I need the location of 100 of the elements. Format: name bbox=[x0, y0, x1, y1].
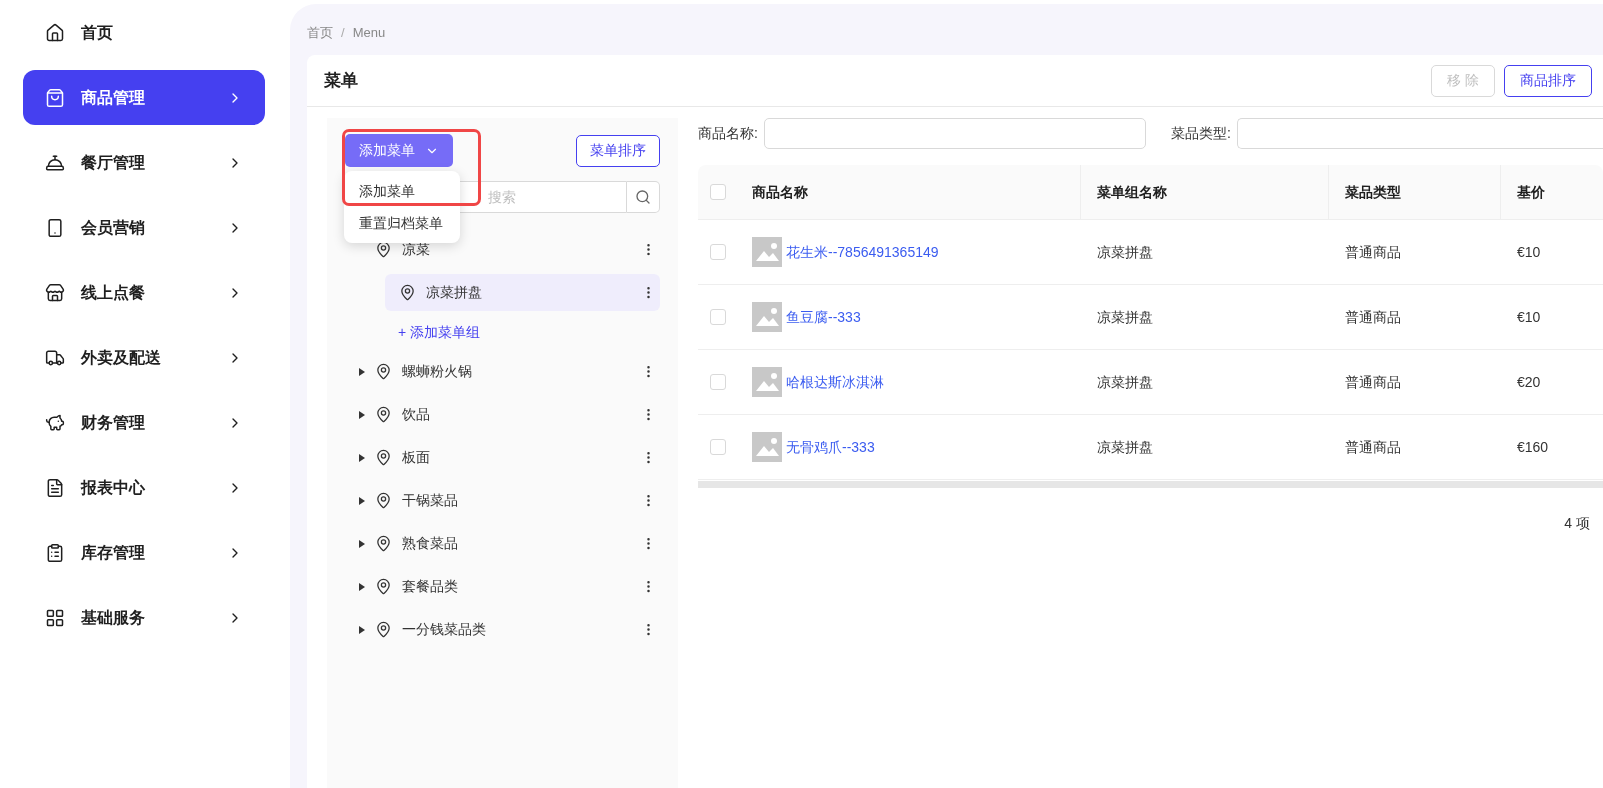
table-cell-text: 普通商品 bbox=[1344, 372, 1402, 392]
sort-menu-button[interactable]: 菜单排序 bbox=[576, 134, 660, 167]
sidebar-item[interactable]: 餐厅管理 bbox=[23, 135, 265, 190]
image-placeholder-icon bbox=[752, 367, 782, 397]
filter-label: 商品名称: bbox=[698, 124, 758, 143]
table-cell-text: 凉菜拼盘 bbox=[1096, 372, 1154, 392]
table-cell-text: €10 bbox=[1516, 242, 1542, 262]
checkbox[interactable] bbox=[710, 244, 726, 260]
product-link[interactable]: 花生米--7856491365149 bbox=[786, 241, 939, 263]
map-pin-icon bbox=[375, 363, 392, 380]
product-link[interactable]: 鱼豆腐--333 bbox=[786, 306, 861, 328]
tree-label: 凉菜拼盘 bbox=[426, 283, 483, 302]
action-button[interactable]: 商品排序 bbox=[1504, 64, 1592, 97]
tree-item[interactable]: 螺蛳粉火锅 bbox=[345, 353, 660, 390]
tree-item[interactable]: 凉菜拼盘 bbox=[385, 274, 660, 311]
sidebar-item[interactable]: 外卖及配送 bbox=[23, 330, 265, 385]
table-cell-text: €20 bbox=[1516, 372, 1542, 392]
caret-right-icon[interactable] bbox=[359, 625, 365, 634]
sidebar-item[interactable]: 会员营销 bbox=[23, 200, 265, 255]
filter-field[interactable] bbox=[1236, 118, 1603, 149]
search-button[interactable] bbox=[627, 181, 660, 213]
checkbox[interactable] bbox=[710, 374, 726, 390]
store-icon bbox=[45, 282, 65, 303]
breadcrumb-item[interactable]: 首页 bbox=[307, 22, 333, 43]
column-header: 商品名称 bbox=[752, 182, 808, 202]
caret-right-icon[interactable] bbox=[359, 496, 365, 505]
caret-right-icon[interactable] bbox=[359, 410, 365, 419]
sidebar-label: 财务管理 bbox=[81, 412, 146, 433]
sidebar-item[interactable]: 库存管理 bbox=[23, 525, 265, 580]
tree-label: 熟食菜品 bbox=[402, 534, 459, 553]
tree-item[interactable]: 饮品 bbox=[345, 396, 660, 433]
grid-icon bbox=[45, 607, 65, 628]
breadcrumb-separator: / bbox=[341, 23, 345, 42]
tree-label: 凉菜 bbox=[402, 240, 431, 259]
tree-label: 干锅菜品 bbox=[402, 491, 459, 510]
column-header: 菜单组名称 bbox=[1097, 182, 1167, 202]
card-title: 菜单 bbox=[324, 69, 359, 92]
map-pin-icon bbox=[375, 578, 392, 595]
tree-item[interactable]: 熟食菜品 bbox=[345, 525, 660, 562]
tree-label: 螺蛳粉火锅 bbox=[402, 362, 473, 381]
sidebar-item[interactable]: 财务管理 bbox=[23, 395, 265, 450]
table-cell-text: 普通商品 bbox=[1344, 437, 1402, 457]
tree-item[interactable]: 套餐品类 bbox=[345, 568, 660, 605]
sidebar-item[interactable]: 基础服务 bbox=[23, 590, 265, 645]
map-pin-icon bbox=[375, 241, 392, 258]
sidebar-item[interactable]: 首页 bbox=[23, 5, 265, 60]
image-placeholder-icon bbox=[752, 237, 782, 267]
map-pin-icon bbox=[375, 406, 392, 423]
table-cell-text: 普通商品 bbox=[1344, 307, 1402, 327]
checkbox[interactable] bbox=[710, 439, 726, 455]
table-cell-text: 凉菜拼盘 bbox=[1096, 307, 1154, 327]
sidebar-label: 商品管理 bbox=[81, 87, 146, 108]
table-cell-text: €10 bbox=[1516, 307, 1542, 327]
product-link[interactable]: 哈根达斯冰淇淋 bbox=[786, 371, 884, 393]
home-icon bbox=[45, 22, 65, 43]
add-menu-button[interactable]: 添加菜单 bbox=[345, 134, 453, 167]
map-pin-icon bbox=[375, 492, 392, 509]
search-icon bbox=[635, 189, 651, 205]
add-group-link[interactable]: + 添加菜单组 bbox=[398, 317, 660, 347]
sidebar-label: 报表中心 bbox=[81, 477, 146, 498]
scrollbar[interactable] bbox=[698, 481, 1603, 488]
caret-right-icon[interactable] bbox=[359, 453, 365, 462]
piggy-bank-icon bbox=[45, 412, 65, 433]
sidebar-item[interactable]: 报表中心 bbox=[23, 460, 265, 515]
image-placeholder-icon bbox=[752, 432, 782, 462]
sidebar-item[interactable]: 商品管理 bbox=[23, 70, 265, 125]
tree-label: 一分钱菜品类 bbox=[402, 620, 487, 639]
sidebar-label: 线上点餐 bbox=[81, 282, 146, 303]
image-placeholder-icon bbox=[752, 302, 782, 332]
tree-label: 饮品 bbox=[402, 405, 431, 424]
shopping-bag-icon bbox=[45, 87, 65, 108]
sidebar-label: 基础服务 bbox=[81, 607, 146, 628]
clipboard-icon bbox=[45, 542, 65, 563]
map-pin-icon bbox=[375, 621, 392, 638]
product-link[interactable]: 无骨鸡爪--333 bbox=[786, 436, 875, 458]
item-count: 4 项 bbox=[1564, 514, 1590, 533]
sidebar-item[interactable]: 线上点餐 bbox=[23, 265, 265, 320]
filter-field[interactable] bbox=[763, 118, 1146, 149]
document-icon bbox=[45, 477, 65, 498]
sidebar-label: 会员营销 bbox=[81, 217, 146, 238]
map-pin-icon bbox=[375, 535, 392, 552]
table-cell-text: 普通商品 bbox=[1344, 242, 1402, 262]
checkbox[interactable] bbox=[710, 309, 726, 325]
tree-item[interactable]: 干锅菜品 bbox=[345, 482, 660, 519]
column-header: 基价 bbox=[1517, 182, 1545, 202]
caret-right-icon[interactable] bbox=[359, 582, 365, 591]
caret-right-icon[interactable] bbox=[359, 539, 365, 548]
tree-label: 板面 bbox=[402, 448, 431, 467]
smartphone-icon bbox=[45, 217, 65, 238]
tree-item[interactable]: 板面 bbox=[345, 439, 660, 476]
sidebar-label: 外卖及配送 bbox=[81, 347, 162, 368]
sidebar-label: 首页 bbox=[81, 22, 114, 43]
table-cell-text: 凉菜拼盘 bbox=[1096, 242, 1154, 262]
tree-item[interactable]: 一分钱菜品类 bbox=[345, 611, 660, 648]
filter-label: 菜品类型: bbox=[1170, 124, 1231, 143]
caret-right-icon[interactable] bbox=[359, 367, 365, 376]
table-cell-text: €160 bbox=[1516, 437, 1550, 457]
sidebar-label: 库存管理 bbox=[81, 542, 146, 563]
column-header: 菜品类型 bbox=[1345, 182, 1401, 202]
checkbox[interactable] bbox=[710, 184, 726, 200]
